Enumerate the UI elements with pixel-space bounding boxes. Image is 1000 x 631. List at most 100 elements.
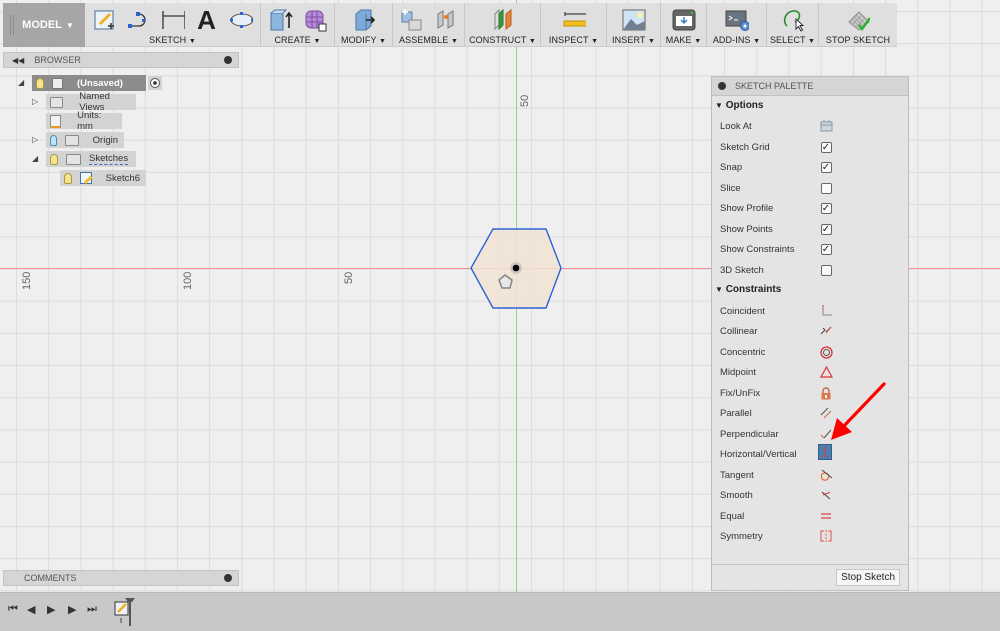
extrude-icon[interactable]	[269, 8, 293, 32]
constraint-symmetry[interactable]: Symmetry	[720, 527, 905, 545]
addins-menu[interactable]: ADD-INS ▼	[713, 35, 760, 45]
3d-sketch-checkbox[interactable]	[820, 264, 832, 276]
chevron-down-icon: ▼	[313, 38, 321, 45]
press-pull-icon[interactable]	[352, 8, 376, 32]
show-profile-checkbox[interactable]: ✓	[820, 202, 832, 214]
sketch-palette-footer: Stop Sketch	[712, 564, 908, 590]
sketch-palette: SKETCH PALETTE ▼ Options Look At Sketch …	[711, 76, 909, 591]
modify-menu[interactable]: MODIFY ▼	[341, 35, 386, 45]
play-icon[interactable]: ▶	[47, 603, 55, 616]
constraint-equal[interactable]: Equal	[720, 507, 905, 525]
palette-options-icon[interactable]	[718, 82, 726, 90]
toolbar-grip[interactable]	[10, 15, 14, 35]
construct-menu[interactable]: CONSTRUCT ▼	[469, 35, 536, 45]
ruler-label-150: 150	[21, 271, 33, 290]
visibility-bulb-icon[interactable]	[50, 134, 58, 146]
collapsed-triangle-icon[interactable]: ▷	[32, 135, 38, 144]
workspace-switcher[interactable]: MODEL ▼	[3, 3, 85, 47]
chevron-down-icon: ▼	[188, 38, 196, 45]
new-component-icon[interactable]	[400, 8, 424, 32]
sketch-grid-checkbox[interactable]: ✓	[820, 141, 832, 153]
timeline-marker-handle[interactable]	[124, 597, 136, 627]
lasso-select-icon[interactable]	[781, 8, 805, 32]
go-to-end-icon[interactable]: ⏭	[87, 603, 97, 616]
measure-icon[interactable]	[562, 8, 586, 32]
option-show-points: Show Points ✓	[720, 223, 832, 235]
toolbar-group-stop-sketch[interactable]: STOP SKETCH	[819, 3, 897, 47]
insert-image-icon[interactable]	[622, 8, 646, 32]
expanded-triangle-icon[interactable]: ◢	[32, 154, 38, 163]
origin-point[interactable]	[512, 264, 520, 272]
text-icon[interactable]: A	[195, 5, 219, 35]
constraint-coincident[interactable]: Coincident	[720, 302, 905, 320]
inspect-menu[interactable]: INSPECT ▼	[549, 35, 598, 45]
stop-sketch-icon[interactable]	[846, 8, 870, 32]
create-menu[interactable]: CREATE ▼	[274, 35, 320, 45]
ellipse-icon[interactable]	[229, 8, 253, 32]
tangent-icon	[820, 469, 832, 481]
collapsed-triangle-icon[interactable]: ▷	[32, 97, 38, 106]
browser-item-label: Origin	[92, 134, 118, 146]
make-menu[interactable]: MAKE ▼	[666, 35, 702, 45]
timeline-bar: ⏮ ◀ ▶ ▶ ⏭	[0, 592, 1000, 631]
sketch-palette-header[interactable]: SKETCH PALETTE	[712, 77, 908, 96]
step-back-icon[interactable]: ◀	[27, 603, 35, 616]
dimension-icon[interactable]	[161, 8, 185, 32]
construct-plane-icon[interactable]	[491, 8, 515, 32]
browser-item-sketch6[interactable]: Sketch6	[60, 170, 146, 186]
joint-icon[interactable]	[434, 8, 458, 32]
constraints-section-toggle[interactable]: ▼ Constraints	[715, 284, 781, 295]
go-to-start-icon[interactable]: ⏮	[8, 603, 18, 616]
document-settings-icon	[50, 114, 62, 128]
browser-item-root[interactable]: ◢ (Unsaved)	[18, 75, 162, 91]
browser-item-label: Units: mm	[77, 110, 102, 132]
sketch-icon	[79, 172, 92, 184]
browser-panel-header[interactable]: ◀◀ BROWSER	[3, 52, 239, 68]
constraint-smooth[interactable]: Smooth	[720, 486, 905, 504]
add-comment-icon[interactable]	[224, 574, 232, 582]
collinear-icon	[820, 326, 832, 335]
constraint-concentric[interactable]: Concentric	[720, 343, 905, 361]
slice-checkbox[interactable]	[820, 182, 832, 194]
panel-options-icon[interactable]	[224, 56, 232, 64]
expanded-triangle-icon[interactable]: ◢	[18, 78, 24, 87]
toolbar-group-sketch: A SKETCH ▼	[85, 3, 261, 47]
comments-panel-header[interactable]: COMMENTS	[3, 570, 239, 586]
spline-icon[interactable]	[127, 8, 151, 32]
browser-item-named-views[interactable]: ▷ Named Views	[32, 91, 136, 113]
browser-item-origin[interactable]: ▷ Origin	[32, 132, 124, 148]
insert-menu[interactable]: INSERT ▼	[612, 35, 655, 45]
activate-component-radio[interactable]	[148, 76, 162, 90]
component-icon	[52, 77, 63, 89]
scripts-icon[interactable]	[725, 8, 749, 32]
assemble-menu[interactable]: ASSEMBLE ▼	[399, 35, 458, 45]
snap-checkbox[interactable]: ✓	[820, 161, 832, 173]
visibility-bulb-icon[interactable]	[36, 77, 44, 89]
browser-item-label: (Unsaved)	[77, 77, 123, 89]
browser-item-units[interactable]: Units: mm	[46, 110, 122, 132]
step-forward-icon[interactable]: ▶	[68, 603, 76, 616]
constraint-tangent[interactable]: Tangent	[720, 466, 905, 484]
constraint-collinear[interactable]: Collinear	[720, 322, 905, 340]
toolbar-group-assemble: ASSEMBLE ▼	[393, 3, 465, 47]
chevron-down-icon: ▼	[808, 38, 816, 45]
3d-print-icon[interactable]	[672, 8, 696, 32]
create-sketch-icon[interactable]	[93, 8, 117, 32]
look-at-button[interactable]	[819, 119, 833, 133]
workspace-label: MODEL	[22, 19, 62, 31]
show-points-checkbox[interactable]: ✓	[820, 223, 832, 235]
select-menu[interactable]: SELECT ▼	[770, 35, 815, 45]
annotation-arrow	[831, 382, 886, 440]
form-icon[interactable]	[303, 8, 327, 32]
sketch-palette-title: SKETCH PALETTE	[735, 81, 814, 91]
options-section-toggle[interactable]: ▼ Options	[715, 100, 763, 111]
collapse-panel-icon[interactable]: ◀◀	[12, 56, 24, 65]
visibility-bulb-icon[interactable]	[64, 172, 72, 184]
hexagon-sketch[interactable]	[460, 220, 572, 320]
show-constraints-checkbox[interactable]: ✓	[820, 243, 832, 255]
sketch-menu[interactable]: SKETCH ▼	[149, 35, 196, 45]
visibility-bulb-icon[interactable]	[50, 153, 58, 165]
browser-item-sketches[interactable]: ◢ Sketches	[32, 151, 136, 167]
option-show-profile: Show Profile ✓	[720, 202, 832, 214]
stop-sketch-button[interactable]: Stop Sketch	[836, 569, 900, 586]
